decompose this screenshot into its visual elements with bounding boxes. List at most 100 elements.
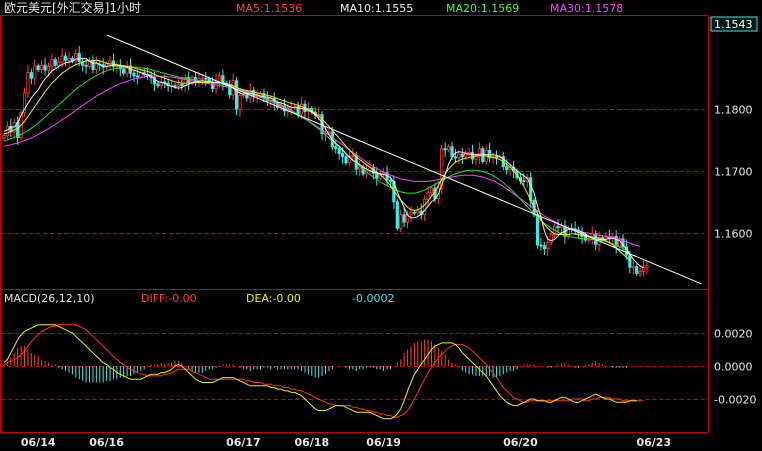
- candle-body: [94, 63, 98, 70]
- candle-body: [399, 214, 403, 229]
- candle-body: [549, 234, 553, 243]
- candle-body: [604, 236, 608, 240]
- candle-body: [50, 59, 54, 67]
- candle-body: [446, 146, 451, 151]
- candle-body: [43, 64, 47, 71]
- candle-body: [638, 271, 642, 274]
- candle-body: [375, 172, 379, 179]
- date-axis-labels: 06/14 06/16 06/17 06/18 06/19 06/20 06/23: [21, 436, 671, 449]
- candle-body: [460, 153, 464, 158]
- candle-body: [241, 94, 245, 97]
- macd-tick-label: 0.0020: [714, 328, 753, 341]
- candle-body: [234, 80, 239, 110]
- current-price-label: 1.1543: [714, 18, 753, 31]
- candle-body: [388, 179, 393, 182]
- candle-body: [29, 72, 33, 79]
- candle-body: [180, 83, 184, 87]
- candle-body: [33, 65, 37, 79]
- ma30-label: MA30:1.1578: [550, 2, 623, 15]
- price-tick-label: 1.1600: [714, 228, 753, 241]
- candle-body: [556, 226, 560, 229]
- date-tick-label: 06/20: [503, 436, 538, 449]
- candle-body: [628, 254, 632, 268]
- trendline: [106, 34, 702, 285]
- candle-body: [344, 156, 348, 164]
- macd-value-label: -0.0002: [352, 292, 394, 305]
- price-tick-label: 1.1700: [714, 166, 753, 179]
- candle-body: [221, 75, 225, 84]
- candle-body: [26, 72, 30, 94]
- candle-body: [450, 146, 454, 158]
- candle-body: [358, 166, 362, 170]
- trendline-segment: [106, 34, 702, 285]
- candle-body: [409, 211, 413, 215]
- candle-body: [334, 146, 338, 150]
- candle-body: [5, 125, 10, 137]
- candle-body: [542, 245, 546, 250]
- date-tick-label: 06/14: [21, 436, 56, 449]
- macd-histogram: [3, 339, 627, 383]
- macd-diff-label: DIFF:-0.00: [141, 292, 197, 305]
- candle-body: [443, 148, 447, 151]
- date-tick-label: 06/23: [636, 436, 671, 449]
- candle-body: [77, 53, 81, 62]
- candle-body: [217, 75, 222, 82]
- candle-body: [631, 266, 635, 269]
- candle-body: [535, 214, 540, 246]
- date-tick-label: 06/16: [89, 436, 124, 449]
- macd-diff-line: [3, 324, 637, 420]
- candle-body: [204, 77, 208, 80]
- candle-body: [467, 151, 471, 154]
- candle-body: [645, 264, 649, 269]
- candle-body: [340, 153, 345, 158]
- candle-body: [40, 64, 44, 70]
- date-tick-label: 06/18: [294, 436, 329, 449]
- candle-body: [245, 94, 249, 99]
- candle-body: [46, 66, 51, 71]
- candle-body: [132, 72, 136, 77]
- price-axis-labels: 1.1800 1.1700 1.1600: [714, 104, 753, 241]
- candle-body: [200, 77, 204, 80]
- candle-body: [505, 166, 509, 171]
- candle-body: [91, 59, 95, 70]
- ma20-label: MA20:1.1569: [446, 2, 519, 15]
- candle-body: [457, 153, 461, 159]
- candle-body: [539, 244, 543, 247]
- candle-body: [351, 155, 355, 157]
- candlesticks: [2, 46, 649, 278]
- candle-body: [36, 65, 40, 70]
- candle-body: [412, 211, 417, 214]
- date-tick-label: 06/17: [226, 436, 261, 449]
- candle-body: [583, 235, 588, 241]
- candle-body: [63, 55, 68, 61]
- candle-body: [426, 192, 430, 200]
- candle-body: [453, 156, 458, 159]
- ma5-label: MA5:1.1536: [236, 2, 302, 15]
- current-price-badge: 1.1543: [710, 16, 758, 32]
- price-tick-label: 1.1800: [714, 104, 753, 117]
- candle-body: [635, 266, 639, 274]
- candle-body: [587, 239, 591, 241]
- candle-body: [416, 210, 420, 214]
- candle-body: [337, 148, 341, 154]
- candle-body: [57, 61, 61, 66]
- macd-tick-label: -0.0020: [714, 394, 756, 407]
- forex-chart-canvas[interactable]: 1.1800 1.1700 1.1600 0.0020 0.0000 -0.0020 0…: [0, 0, 762, 451]
- candle-body: [494, 156, 499, 159]
- candle-body: [423, 198, 427, 216]
- candle-body: [135, 75, 139, 78]
- candle-body: [2, 135, 6, 139]
- candle-body: [641, 267, 646, 272]
- candle-body: [470, 151, 475, 160]
- candle-body: [429, 187, 434, 193]
- candle-body: [122, 68, 126, 74]
- candle-body: [173, 85, 177, 88]
- macd-name-label: MACD(26,12,10): [4, 292, 95, 305]
- candle-body: [546, 242, 550, 250]
- candle-body: [402, 214, 406, 223]
- candle-body: [60, 55, 64, 63]
- candle-body: [84, 64, 88, 67]
- macd-dea-label: DEA:-0.00: [246, 292, 301, 305]
- candle-body: [67, 58, 71, 61]
- chart-title: 欧元美元[外汇交易]1小时: [4, 0, 141, 15]
